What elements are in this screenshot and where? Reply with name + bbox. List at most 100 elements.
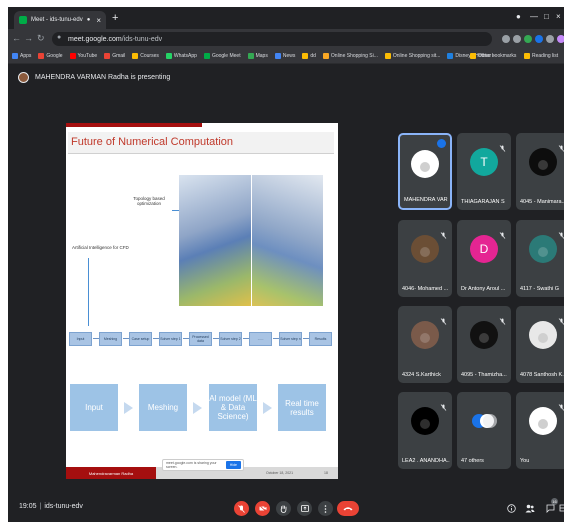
url-field[interactable]: ● meet.google.com/ids-tunu-edv [52,32,492,46]
leave-call-button[interactable] [337,501,359,516]
extension-green-icon[interactable] [524,35,532,43]
participant-tile[interactable]: T THIAGARAJAN S [457,133,511,210]
tab-search-icon[interactable]: ● [516,12,521,21]
bookmark-apps[interactable]: Apps [12,53,31,59]
new-tab-icon[interactable]: + [112,12,118,24]
mic-muted-icon [558,139,564,152]
activities-button[interactable] [557,502,564,514]
reload-icon[interactable]: ↻ [37,33,45,44]
bookmark-label: Google [46,53,63,59]
star-icon[interactable] [513,35,521,43]
bookmark-favicon-icon [203,53,210,59]
chat-button[interactable] [544,502,556,514]
participant-avatar [529,407,557,435]
bookmark-gmail[interactable]: Gmail [104,53,125,59]
participant-tile[interactable]: D Dr Antony Aroul ... [457,220,511,297]
folder-icon [470,53,476,59]
bookmark-other-bookmarks[interactable]: Other bookmarks [470,53,516,59]
participant-tile[interactable]: You [516,392,564,469]
bookmark-youtube[interactable]: YouTube [69,53,97,59]
meeting-time: 19:05 [19,503,37,510]
participant-tile[interactable]: 4078 Santhosh K... [516,306,564,383]
meeting-code: ids-tunu-edv [44,503,83,510]
flow-arrow-icon [193,402,202,414]
pipeline-step: Solver step n [279,332,302,346]
browser-tab[interactable]: Meet - ids-tunu-edv ● × [14,11,106,29]
footer-author: Mahendravarman Radha [66,467,156,479]
chat-icon [546,504,554,513]
camera-off-button[interactable] [255,501,270,516]
bookmark-label: Courses [140,53,159,59]
camera-off-icon [258,505,266,512]
bookmark-google[interactable]: Google [38,53,63,59]
bookmark-whatsapp[interactable]: WhatsApp [165,53,197,59]
people-button[interactable] [524,502,536,514]
bookmark-dd[interactable]: dd [302,53,316,59]
bookmark-favicon-icon [38,53,45,59]
bookmark-reading-list[interactable]: Reading list [524,53,558,59]
puzzle-icon[interactable] [546,35,554,43]
participant-name: 4045 - Manimara... [520,199,564,205]
participant-tile[interactable]: LEA2 . ANANDHA... [398,392,452,469]
bookmark-news[interactable]: News [274,53,295,59]
footer-date: October 18, 2021 [266,471,294,475]
pipeline-step: Meshing [99,332,122,346]
topology-simulation-image [179,175,251,306]
bookmark-google-meet[interactable]: Google Meet [203,53,241,59]
mic-muted-icon [440,226,447,239]
hand-icon [280,504,287,513]
participant-initial: D [479,242,489,256]
pipeline-step: Solver step 2 [219,332,242,346]
maximize-icon[interactable]: □ [544,12,549,21]
bookmark-favicon-icon [384,53,391,59]
hide-share-notice-button[interactable]: Hide [225,461,241,469]
minimize-icon[interactable]: — [530,12,538,21]
bookmark-favicon-icon [165,53,172,59]
bookmark-label: Maps [255,53,268,59]
bookmark-favicon-icon [69,53,76,59]
bookmark-label: Google Meet [211,53,241,59]
participant-tile[interactable]: 4045 - Manimara... [516,133,564,210]
participant-tile[interactable]: 4117 - Swathi G [516,220,564,297]
bookmark-favicon-icon [247,53,254,59]
participant-name: 4046- Mohamed ... [402,286,449,292]
raise-hand-button[interactable] [276,501,291,516]
present-button[interactable] [297,501,312,516]
more-vert-icon [324,504,327,513]
back-icon[interactable]: ← [12,33,21,43]
speaker-icon: ● [86,17,91,23]
pipeline-step: Processed data [189,332,212,346]
pipeline-arrow [182,338,189,339]
lock-icon: ● [57,34,62,41]
bookmark-favicon-icon [322,53,329,59]
presenting-banner: MAHENDRA VARMAN Radha is presenting [8,65,564,89]
pipeline-arrow [152,338,159,339]
present-icon [300,505,309,512]
meeting-info-button[interactable] [505,502,517,514]
participant-tile[interactable]: 4046- Mohamed ... [398,220,452,297]
presenter-text: MAHENDRA VARMAN Radha is presenting [35,73,171,81]
footer-page: 18 [324,471,328,475]
mic-muted-icon [499,226,506,239]
participant-tile[interactable]: MAHENDRA VAR... [398,133,452,210]
bookmark-online-shopping-sit[interactable]: Online Shopping sit... [384,53,440,59]
bookmark-label: Apps [20,53,32,59]
bookmark-favicon-icon [132,53,139,59]
bookmark-maps[interactable]: Maps [247,53,268,59]
pipeline-arrow [122,338,129,339]
profile-icon[interactable] [557,35,564,43]
bookmark-courses[interactable]: Courses [132,53,159,59]
bookmark-online-shopping-si[interactable]: Online Shopping Si... [322,53,378,59]
participant-tile[interactable]: 4324 S.Karthick [398,306,452,383]
people-icon [525,504,535,512]
participant-tile[interactable]: 47 others [457,392,511,469]
close-window-icon[interactable]: × [556,12,561,21]
participant-tile[interactable]: 4095 - Thamizha... [457,306,511,383]
more-options-button[interactable] [318,501,333,516]
mic-off-button[interactable] [234,501,249,516]
camera-indicator-icon[interactable] [502,35,510,43]
forward-icon[interactable]: → [24,33,33,43]
participant-avatar [411,321,439,349]
close-tab-icon[interactable]: × [96,16,101,25]
extension-blue-icon[interactable] [535,35,543,43]
